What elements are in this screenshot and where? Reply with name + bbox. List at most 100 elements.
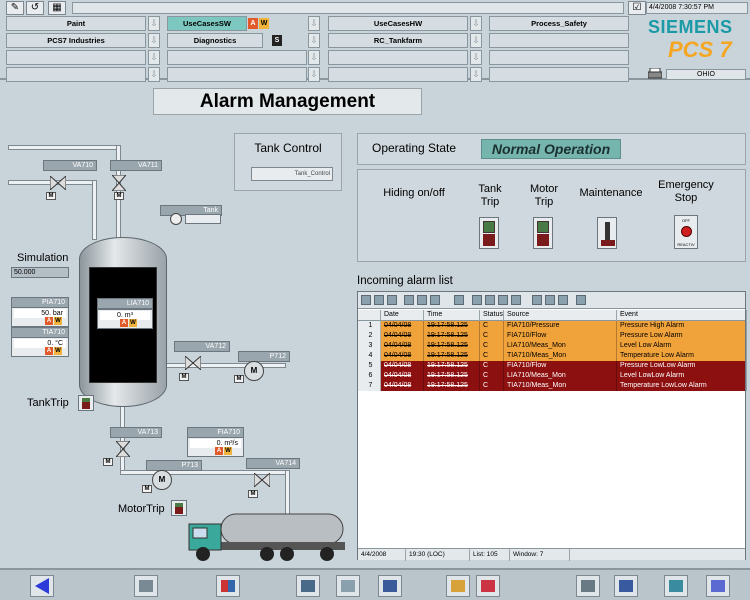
alarm-tool-icon[interactable] — [404, 295, 414, 305]
area-button-empty[interactable] — [167, 50, 307, 65]
alarm-tool-icon[interactable] — [498, 295, 508, 305]
report-icon[interactable] — [216, 575, 240, 597]
monitor-icon[interactable] — [296, 575, 320, 597]
alarm-tool-icon[interactable] — [485, 295, 495, 305]
exit-door-icon[interactable] — [614, 575, 638, 597]
hierarchy-icon[interactable] — [336, 575, 360, 597]
tank-control-faceplate[interactable]: Tank_Control — [251, 167, 333, 181]
area-button-empty[interactable] — [328, 67, 468, 82]
column-header-source[interactable]: Source — [504, 310, 617, 321]
lia710-tag[interactable]: LIA710 — [97, 298, 153, 309]
alarm-tool-icon[interactable] — [472, 295, 482, 305]
wrench-icon[interactable] — [134, 575, 158, 597]
area-button-empty[interactable] — [489, 33, 629, 48]
area-button-diagnostics[interactable]: Diagnostics — [167, 33, 263, 48]
alarm-row[interactable]: 2 04/04/08 19:17:58.125 C FIA710/Flow Pr… — [358, 331, 747, 341]
area-arrow-icon[interactable]: ⇩ — [308, 16, 320, 31]
va714-tag[interactable]: VA714 — [246, 458, 300, 469]
column-header-date[interactable]: Date — [381, 310, 424, 321]
alarm-row[interactable]: 6 04/04/08 19:17:58.125 C LIA710/Meas_Mo… — [358, 371, 747, 381]
area-arrow-icon[interactable]: ⇩ — [308, 67, 320, 82]
alarm-tool-icon[interactable] — [417, 295, 427, 305]
sort-icon[interactable] — [576, 295, 586, 305]
area-button-empty[interactable] — [489, 67, 629, 82]
valve-icon[interactable] — [253, 471, 271, 490]
valve-icon[interactable] — [49, 174, 67, 193]
loop-icon[interactable] — [378, 575, 402, 597]
area-button-usecasessw[interactable]: UseCasesSW — [167, 16, 247, 31]
alarm-tool-icon[interactable] — [387, 295, 397, 305]
column-header-time[interactable]: Time — [424, 310, 480, 321]
va711-tag[interactable]: VA711 — [110, 160, 162, 171]
area-arrow-icon[interactable]: ⇩ — [148, 33, 160, 48]
area-button-paint[interactable]: Paint — [6, 16, 146, 31]
area-arrow-icon[interactable]: ⇩ — [308, 50, 320, 65]
area-button-empty[interactable] — [489, 50, 629, 65]
column-header-event[interactable]: Event — [617, 310, 747, 321]
simulation-value[interactable]: 50.000 — [11, 267, 69, 278]
area-arrow-icon[interactable]: ⇩ — [308, 33, 320, 48]
valve-icon[interactable] — [184, 354, 202, 373]
motortrip-switch[interactable] — [171, 500, 187, 516]
valve-icon[interactable] — [110, 174, 128, 194]
motor-trip-switch[interactable] — [533, 217, 553, 249]
printer-icon[interactable] — [647, 67, 663, 80]
area-button-empty[interactable] — [6, 67, 146, 82]
grid-icon[interactable]: ▦ — [48, 1, 66, 15]
emergency-stop-button[interactable]: OFF REACTIV — [674, 215, 698, 249]
alarm-tool-icon[interactable] — [374, 295, 384, 305]
valve-icon[interactable] — [114, 440, 132, 460]
area-arrow-icon[interactable]: ⇩ — [470, 67, 482, 82]
area-arrow-icon[interactable]: ⇩ — [470, 33, 482, 48]
area-button-empty[interactable] — [6, 50, 146, 65]
alarm-tool-icon[interactable] — [545, 295, 555, 305]
area-button-empty[interactable] — [167, 67, 307, 82]
tia710-faceplate[interactable]: 0. °C A W — [11, 337, 69, 357]
area-button-usecaseshw[interactable]: UseCasesHW — [328, 16, 468, 31]
p713-tag[interactable]: P713 — [146, 460, 202, 471]
p712-pump[interactable]: M — [244, 361, 264, 381]
p712-tag[interactable]: P712 — [238, 351, 290, 362]
fia710-faceplate[interactable]: 0. m³/s A W — [187, 437, 244, 457]
va713-tag[interactable]: VA713 — [110, 427, 162, 438]
back-icon[interactable]: ↺ — [26, 1, 44, 15]
alarm-tool-icon[interactable] — [558, 295, 568, 305]
alarm-tool-icon[interactable] — [532, 295, 542, 305]
area-arrow-icon[interactable]: ⇩ — [148, 67, 160, 82]
column-header-number[interactable] — [358, 310, 381, 321]
area-button-rc-tankfarm[interactable]: RC_Tankfarm — [328, 33, 468, 48]
va710-tag[interactable]: VA710 — [43, 160, 97, 171]
alarm-tool-icon[interactable] — [511, 295, 521, 305]
check-icon[interactable]: ✎ — [6, 1, 24, 15]
alarm-tool-icon[interactable] — [430, 295, 440, 305]
edit-icon[interactable] — [476, 575, 500, 597]
area-arrow-icon[interactable]: ⇩ — [470, 50, 482, 65]
acknowledge-icon[interactable]: ☑ — [628, 1, 646, 15]
user-icon[interactable] — [576, 575, 600, 597]
maintenance-switch[interactable] — [597, 217, 617, 249]
tanktrip-switch[interactable] — [78, 395, 94, 411]
alarm-row[interactable]: 4 04/04/08 19:17:58.125 C TIA710/Meas_Mo… — [358, 351, 747, 361]
area-button-empty[interactable] — [328, 50, 468, 65]
alarm-tool-icon[interactable] — [361, 295, 371, 305]
alarm-tool-icon[interactable] — [454, 295, 464, 305]
lia710-faceplate[interactable]: 0. m³ A W — [97, 309, 153, 329]
alarm-row[interactable]: 5 04/04/08 19:17:58.125 C FIA710/Flow Pr… — [358, 361, 747, 371]
alarm-row[interactable]: 3 04/04/08 19:17:58.125 C LIA710/Meas_Mo… — [358, 341, 747, 351]
area-arrow-icon[interactable]: ⇩ — [148, 50, 160, 65]
signature-icon[interactable] — [706, 575, 730, 597]
back-arrow-icon[interactable] — [30, 575, 54, 597]
area-button-process-safety[interactable]: Process_Safety — [489, 16, 629, 31]
tank-trip-switch[interactable] — [479, 217, 499, 249]
pia710-faceplate[interactable]: 50. bar A W — [11, 307, 69, 327]
area-arrow-icon[interactable]: ⇩ — [470, 16, 482, 31]
alarm-row[interactable]: 1 04/04/08 19:17:58.125 C FIA710/Pressur… — [358, 321, 747, 331]
plane-icon[interactable] — [664, 575, 688, 597]
p713-pump[interactable]: M — [152, 470, 172, 490]
alarm-row[interactable]: 7 04/04/08 19:17:58.125 C TIA710/Meas_Mo… — [358, 381, 747, 391]
va712-tag[interactable]: VA712 — [174, 341, 230, 352]
lock-icon[interactable] — [446, 575, 470, 597]
area-button-pcs7-industries[interactable]: PCS7 Industries — [6, 33, 146, 48]
column-header-status[interactable]: Status — [480, 310, 504, 321]
area-arrow-icon[interactable]: ⇩ — [148, 16, 160, 31]
